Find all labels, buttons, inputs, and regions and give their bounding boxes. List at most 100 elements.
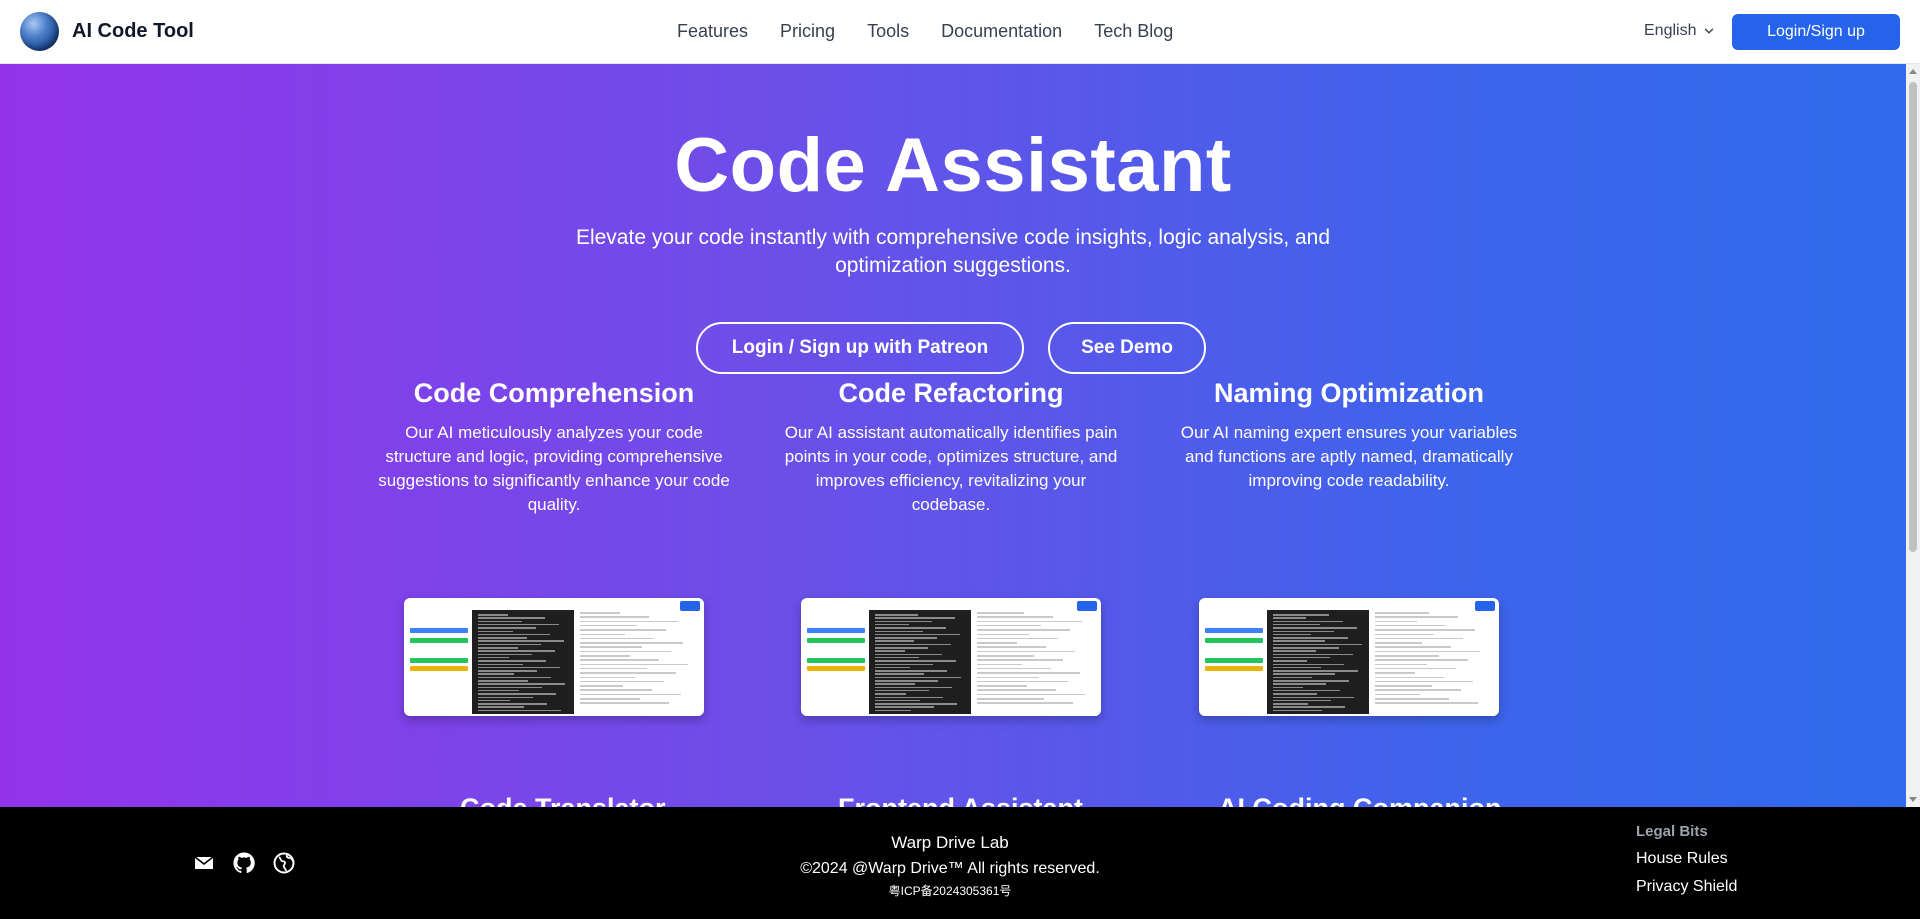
thumb-code-line	[875, 673, 924, 675]
thumb-result-panel	[977, 608, 1095, 708]
thumb-text-line	[580, 693, 681, 696]
brand-name[interactable]: AI Code Tool	[72, 20, 194, 43]
thumb-code-line	[875, 663, 933, 665]
nav-pricing[interactable]: Pricing	[780, 21, 835, 42]
thumb-code-line	[1273, 673, 1335, 675]
patreon-login-button[interactable]: Login / Sign up with Patreon	[696, 322, 1024, 374]
thumb-text-line	[977, 646, 1046, 648]
thumb-text-line	[580, 698, 640, 700]
scrollbar-thumb[interactable]	[1909, 82, 1917, 552]
thumb-code-line	[1273, 689, 1340, 692]
privacy-shield-link[interactable]: Privacy Shield	[1636, 878, 1737, 896]
icp-license[interactable]: 粤ICP备2024305361号	[700, 882, 1200, 900]
thumb-text-line	[977, 616, 1053, 618]
thumb-text-line	[977, 698, 1044, 700]
thumb-text-line	[1375, 616, 1458, 618]
thumb-result-panel	[580, 608, 698, 708]
language-selector[interactable]: English	[1644, 22, 1716, 40]
naming-optimization-screenshot[interactable]	[1199, 598, 1499, 716]
house-rules-link[interactable]: House Rules	[1636, 850, 1737, 868]
thumb-code-line	[478, 637, 527, 639]
thumb-text-line	[580, 702, 669, 704]
thumb-text-line	[580, 672, 676, 674]
thumb-sidebar	[408, 602, 470, 712]
thumb-code-line	[1273, 637, 1348, 639]
thumb-code-line	[875, 653, 942, 656]
logo-globe-icon[interactable]	[20, 12, 59, 51]
thumb-code-line	[875, 620, 932, 623]
thumb-code-line	[478, 653, 532, 656]
scroll-down-arrow[interactable]	[1909, 797, 1917, 802]
thumb-text-line	[977, 693, 1085, 696]
nav-documentation[interactable]: Documentation	[941, 21, 1062, 42]
thumb-sidebar-bar	[807, 638, 865, 643]
thumb-text-line	[977, 629, 1070, 631]
page-scrollbar[interactable]	[1906, 64, 1920, 807]
thumb-code-line	[875, 680, 938, 682]
thumb-code-line	[1273, 623, 1320, 626]
thumb-text-line	[977, 663, 1022, 666]
feature-title: Code Comprehension	[413, 378, 695, 408]
copyright-text: ©2024 @Warp Drive™ All rights reserved.	[800, 860, 1100, 877]
thumb-text-line	[580, 612, 620, 614]
thumb-code-line	[1273, 693, 1317, 695]
thumb-code-line	[1273, 617, 1306, 619]
thumb-code-line	[875, 689, 929, 692]
nav-features[interactable]: Features	[677, 21, 748, 42]
thumb-code-line	[1273, 703, 1308, 705]
thumb-text-line	[977, 612, 1024, 614]
feature-title: Code Refactoring	[838, 378, 1064, 408]
nav-tools[interactable]: Tools	[867, 21, 909, 42]
thumb-text-line	[1375, 667, 1456, 670]
thumb-sidebar	[805, 602, 867, 712]
thumb-code-line	[1273, 696, 1354, 698]
thumb-code-line	[1273, 660, 1307, 662]
code-comprehension-screenshot[interactable]	[404, 598, 704, 716]
scroll-up-arrow[interactable]	[1909, 69, 1917, 74]
thumb-code-line	[1273, 676, 1312, 679]
thumb-code-panel	[869, 610, 971, 714]
thumb-code-line	[875, 640, 914, 642]
thumb-code-line	[1273, 627, 1357, 629]
thumb-text-line	[1375, 612, 1429, 614]
feature-description: Our AI assistant automatically identifie…	[784, 423, 1118, 514]
thumb-code-line	[875, 670, 947, 672]
thumb-text-line	[580, 629, 666, 631]
thumb-text-line	[1375, 646, 1451, 648]
thumb-text-line	[580, 633, 625, 635]
thumb-text-line	[580, 646, 642, 648]
thumb-text-line	[1375, 624, 1446, 627]
thumb-code-line	[478, 670, 537, 672]
thumb-code-line	[478, 647, 518, 649]
thumb-copy-button	[1077, 601, 1097, 611]
globe-icon[interactable]	[272, 851, 296, 875]
top-header: AI Code Tool Features Pricing Tools Docu…	[0, 0, 1920, 64]
thumb-code-line	[478, 623, 559, 626]
thumb-code-line	[875, 633, 960, 636]
thumb-code-line	[478, 693, 556, 695]
feature-description: Our AI naming expert ensures your variab…	[1180, 423, 1518, 490]
login-signup-button[interactable]: Login/Sign up	[1732, 14, 1900, 50]
thumb-code-line	[478, 683, 565, 685]
thumb-text-line	[580, 680, 664, 683]
thumb-text-line	[977, 633, 1029, 635]
thumb-text-line	[580, 689, 652, 691]
thumb-code-line	[875, 630, 923, 632]
thumb-code-panel	[472, 610, 574, 714]
thumb-text-line	[580, 659, 659, 661]
see-demo-button[interactable]: See Demo	[1048, 322, 1206, 374]
thumb-text-line	[977, 672, 1080, 674]
nav-tech-blog[interactable]: Tech Blog	[1094, 21, 1173, 42]
mail-icon[interactable]	[192, 851, 216, 875]
legal-heading: Legal Bits	[1636, 823, 1708, 840]
thumb-text-line	[977, 624, 1041, 627]
thumb-code-line	[478, 673, 514, 675]
code-refactoring-screenshot[interactable]	[801, 598, 1101, 716]
thumb-code-line	[875, 676, 961, 679]
thumb-code-line	[1273, 666, 1321, 669]
thumb-text-line	[1375, 620, 1417, 623]
github-icon[interactable]	[232, 851, 256, 875]
thumb-text-line	[977, 702, 1073, 704]
feature-code-refactoring: Code Refactoring Our AI assistant automa…	[775, 375, 1127, 517]
thumb-text-line	[580, 642, 683, 644]
